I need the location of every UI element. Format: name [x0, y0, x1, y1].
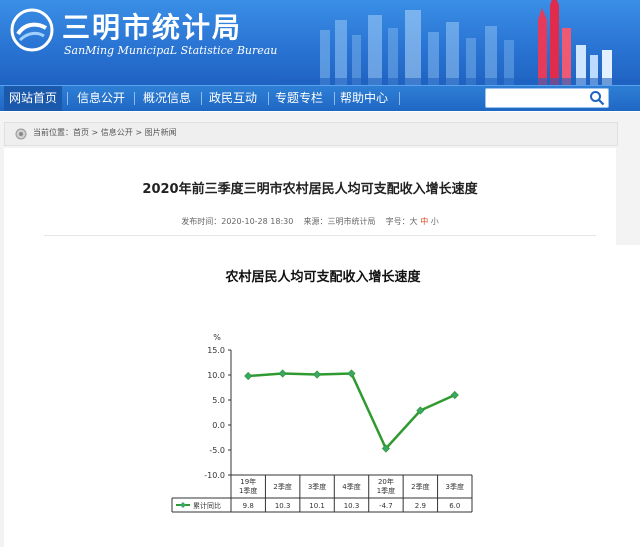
x-category-label: 2季度 [273, 482, 291, 491]
data-point-marker [313, 370, 322, 379]
y-tick-label: 10.0 [207, 371, 225, 380]
x-category-label: 20年 [378, 477, 394, 486]
data-value-label: 6.0 [449, 502, 460, 510]
x-category-label: 3季度 [446, 482, 464, 491]
x-category-label: 2季度 [411, 482, 429, 491]
y-tick-label: -10.0 [204, 471, 225, 480]
data-point-marker [244, 371, 253, 381]
x-category-label: 1季度 [239, 486, 257, 495]
legend-series-name: 累计同比 [193, 501, 221, 510]
x-category-label: 1季度 [377, 486, 395, 495]
y-tick-label: 5.0 [212, 396, 225, 405]
data-value-label: -4.7 [379, 502, 393, 510]
y-tick-label: 0.0 [212, 421, 225, 430]
x-category-label: 3季度 [308, 482, 326, 491]
data-value-label: 2.9 [415, 502, 426, 510]
y-tick-label: -5.0 [209, 446, 225, 455]
x-category-label: 4季度 [342, 482, 360, 491]
y-tick-label: 15.0 [207, 346, 225, 355]
data-value-label: 10.3 [344, 502, 360, 510]
data-value-label: 9.8 [243, 502, 254, 510]
y-axis-unit: % [213, 333, 221, 342]
growth-rate-chart: %15.010.05.00.0-5.0-10.019年1季度9.82季度10.3… [171, 333, 473, 513]
data-value-label: 10.3 [275, 502, 291, 510]
data-point-marker [278, 369, 287, 378]
x-category-label: 19年 [240, 477, 256, 486]
legend-marker-swatch [180, 502, 186, 508]
data-value-label: 10.1 [309, 502, 325, 510]
